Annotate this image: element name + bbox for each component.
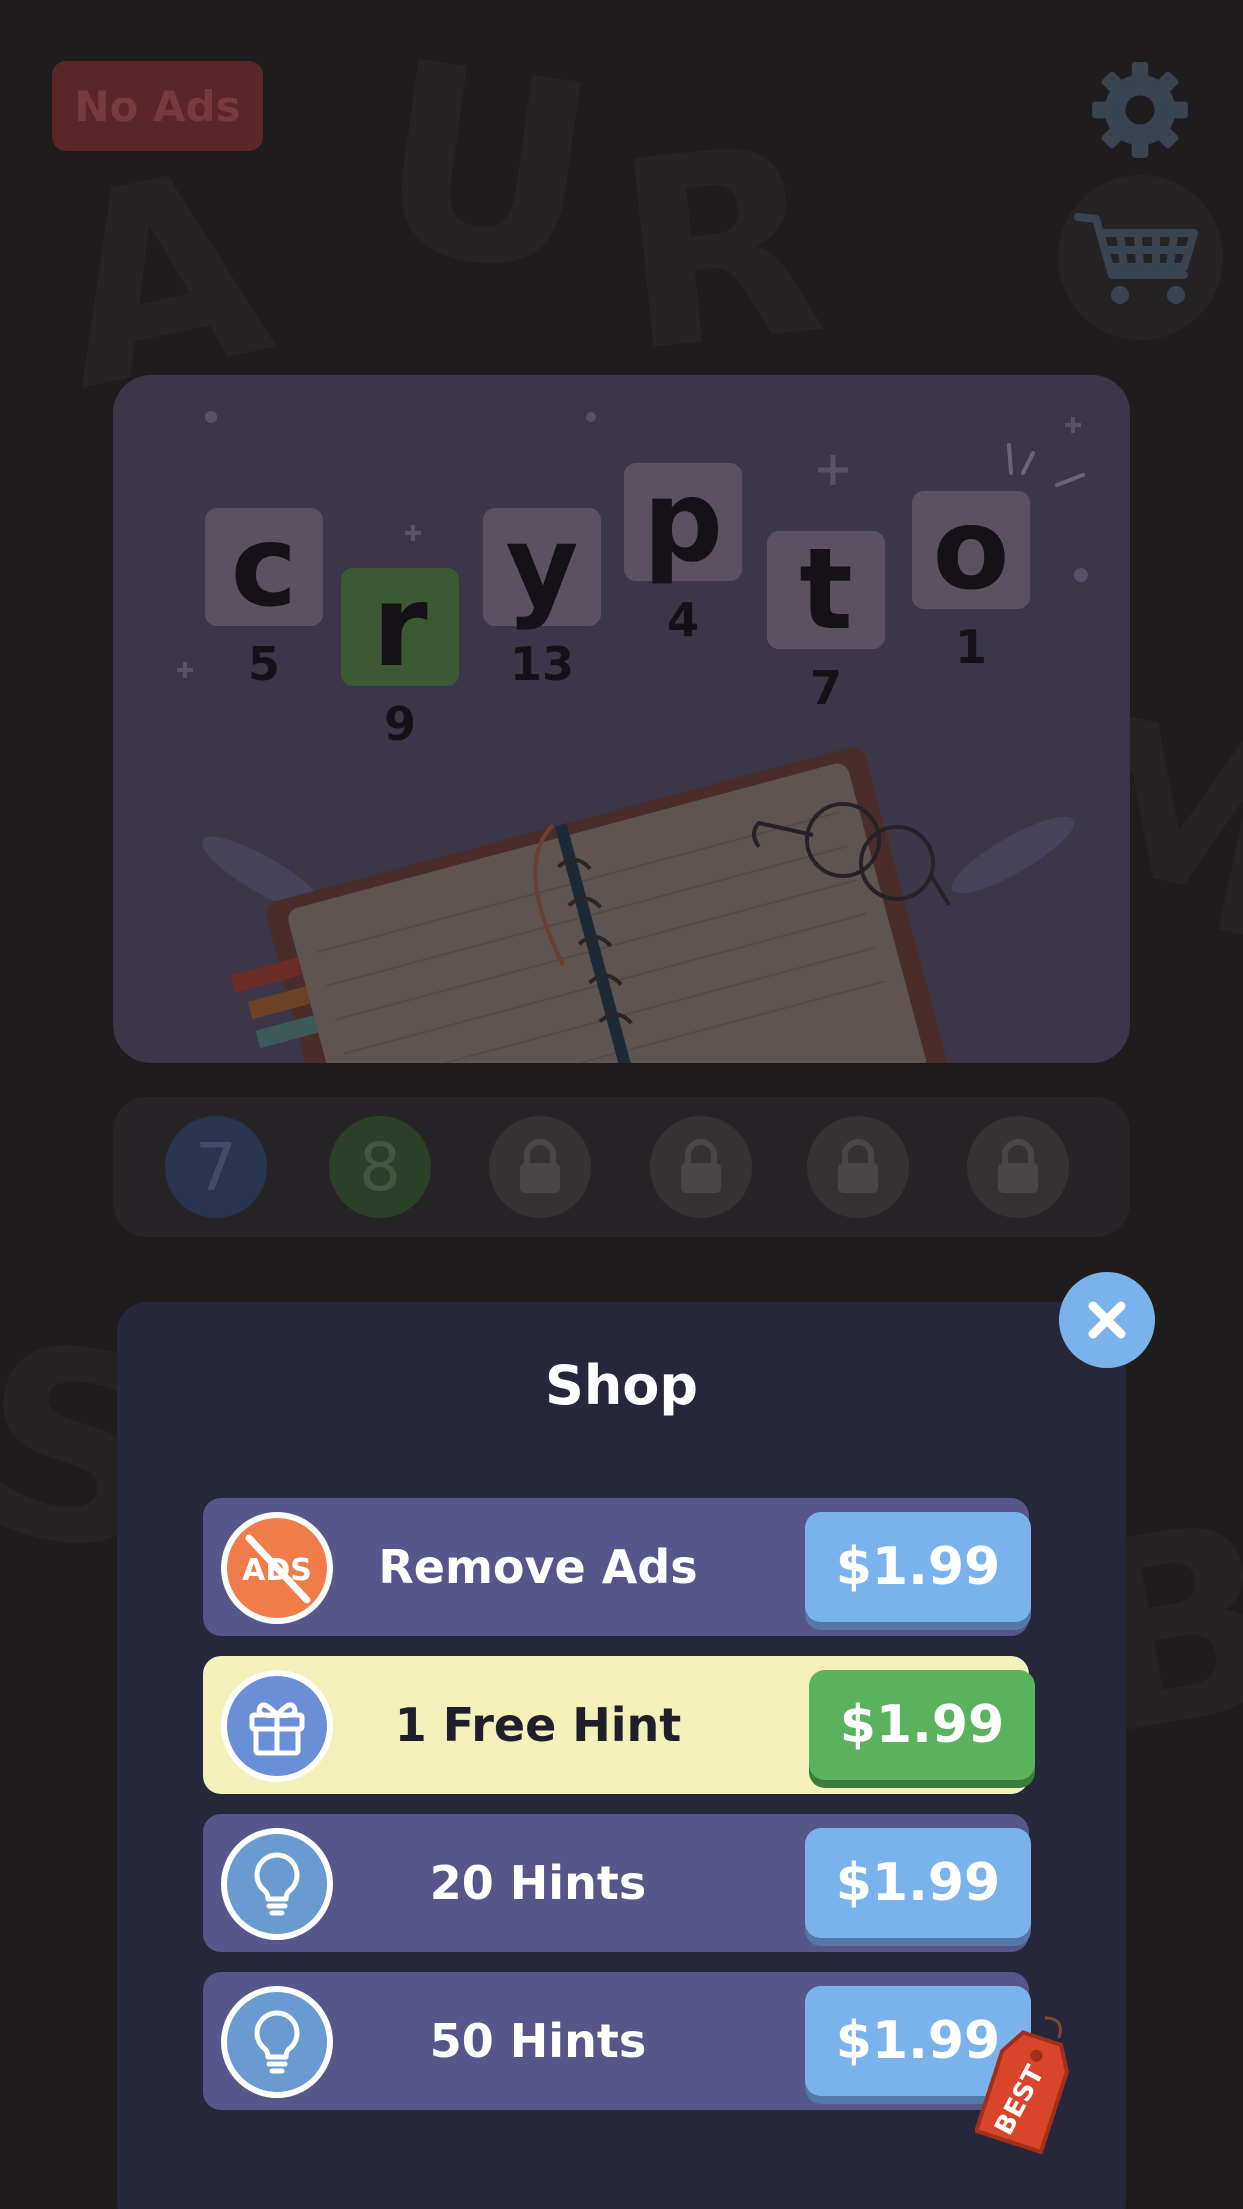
tile-letter: t — [799, 525, 853, 655]
letter-tile-5[interactable]: t — [767, 531, 885, 649]
letter-tile-6[interactable]: o — [912, 491, 1030, 609]
puzzle-illustration: c 5 r 9 y 13 p 4 t 7 o 1 — [113, 375, 1130, 1063]
game-screen: A U R S B M No Ads c 5 r 9 y 13 p 4 t 7 … — [0, 0, 1243, 2209]
cart-icon — [1074, 213, 1198, 304]
tile-letter: r — [372, 562, 428, 692]
shop-item-label: Remove Ads — [378, 1540, 698, 1594]
best-value-tag: BEST — [975, 2016, 1069, 2155]
lock-icon — [681, 1139, 721, 1193]
tile-number-3: 13 — [509, 637, 574, 691]
lock-icon — [998, 1139, 1038, 1193]
shop-title: Shop — [544, 1354, 699, 1417]
buy-free-hint-button[interactable]: $1.99 — [809, 1670, 1035, 1780]
lock-icon — [838, 1139, 878, 1193]
close-shop-button[interactable] — [1059, 1272, 1155, 1368]
price-label: $1.99 — [835, 1853, 1001, 1913]
tile-number-6: 1 — [954, 620, 987, 674]
locked-level-button[interactable] — [967, 1116, 1069, 1218]
shop-item-20-hints: 20 Hints $1.99 — [203, 1814, 1031, 1952]
shop-item-50-hints: 50 Hints $1.99 — [203, 1972, 1031, 2110]
tile-letter: y — [505, 502, 579, 632]
tile-letter: c — [230, 502, 298, 632]
price-label: $1.99 — [839, 1695, 1005, 1755]
shop-item-label: 20 Hints — [429, 1856, 647, 1910]
letter-tile-2[interactable]: r — [341, 568, 459, 686]
level-button-8[interactable]: 8 — [329, 1116, 431, 1218]
close-icon — [1088, 1301, 1126, 1339]
letter-tile-4[interactable]: p — [624, 463, 742, 581]
tile-letter: o — [932, 485, 1010, 615]
shop-item-label: 1 Free Hint — [394, 1698, 682, 1752]
notebook-illustration — [177, 411, 1088, 1063]
tile-number-1: 5 — [247, 637, 280, 691]
level-number: 7 — [195, 1128, 237, 1206]
shop-cart-button[interactable] — [1058, 175, 1223, 340]
shop-item-label: 50 Hints — [429, 2014, 647, 2068]
tile-number-2: 9 — [383, 697, 416, 751]
level-number: 8 — [359, 1128, 401, 1206]
tile-number-4: 4 — [666, 593, 699, 647]
buy-20-hints-button[interactable]: $1.99 — [805, 1828, 1031, 1938]
level-button-7[interactable]: 7 — [165, 1116, 267, 1218]
shop-item-remove-ads: ADS Remove Ads $1.99 — [203, 1498, 1031, 1636]
lock-icon — [520, 1139, 560, 1193]
no-ads-label: No Ads — [74, 81, 241, 131]
price-label: $1.99 — [835, 1537, 1001, 1597]
letter-tile-3[interactable]: y — [483, 508, 601, 626]
gift-icon — [221, 1670, 333, 1782]
locked-level-button[interactable] — [650, 1116, 752, 1218]
locked-level-button[interactable] — [807, 1116, 909, 1218]
gear-icon[interactable] — [1088, 58, 1192, 162]
no-ads-icon: ADS — [221, 1512, 333, 1624]
letter-tile-1[interactable]: c — [205, 508, 323, 626]
lightbulb-icon — [221, 1828, 333, 1940]
level-selector: 7 8 — [113, 1097, 1130, 1237]
no-ads-button[interactable]: No Ads — [52, 61, 263, 151]
shop-item-free-hint: 1 Free Hint $1.99 — [203, 1656, 1035, 1794]
tile-letter: p — [642, 457, 724, 587]
tile-number-5: 7 — [809, 661, 842, 715]
locked-level-button[interactable] — [489, 1116, 591, 1218]
lightbulb-icon — [221, 1986, 333, 2098]
buy-remove-ads-button[interactable]: $1.99 — [805, 1512, 1031, 1622]
